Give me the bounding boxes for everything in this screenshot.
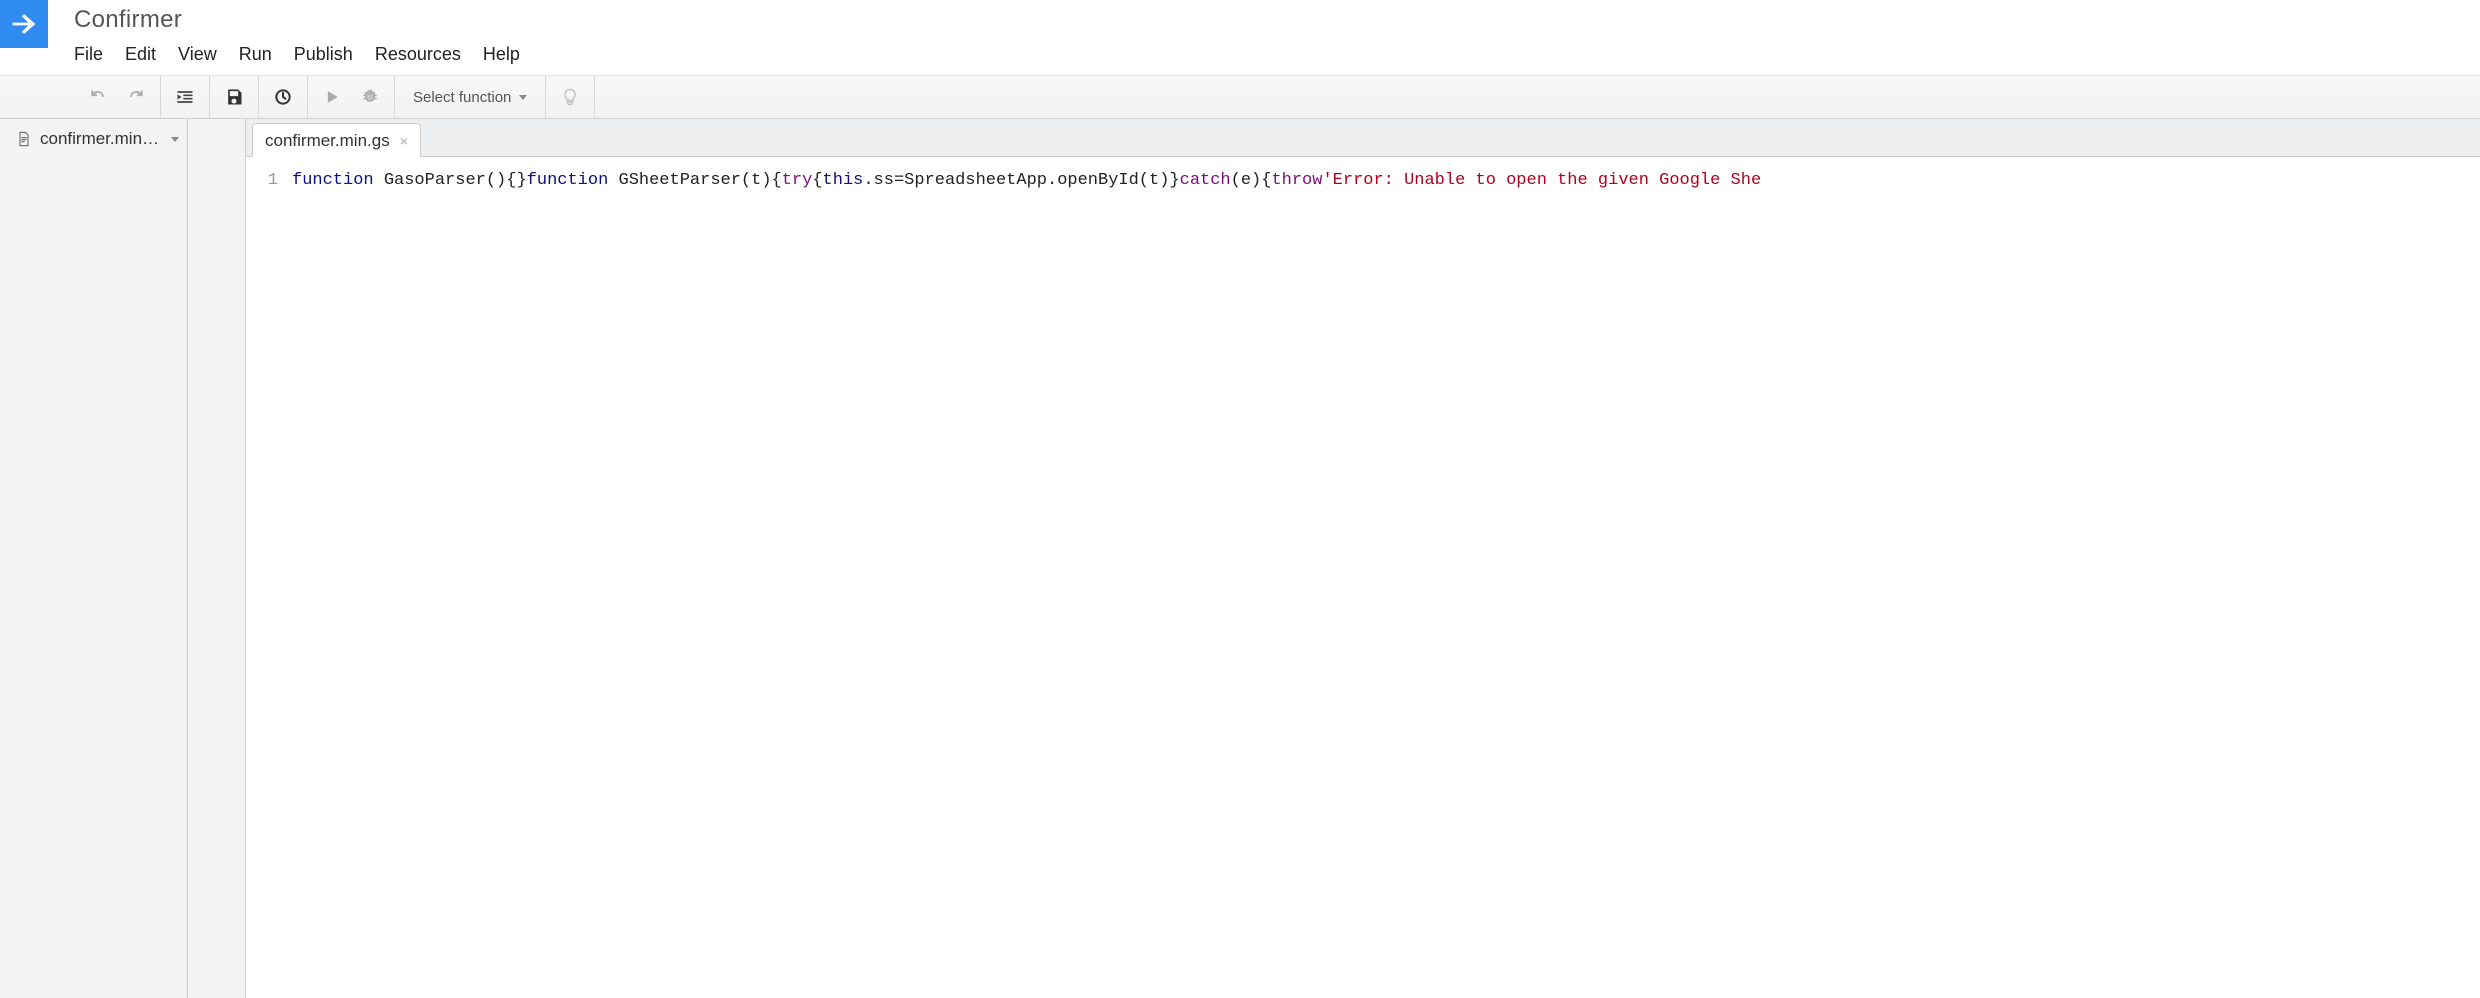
editor-tab[interactable]: confirmer.min.gs × [252,123,421,157]
toolbar: Select function [0,75,2480,119]
file-sidebar: confirmer.min… [0,119,188,998]
select-function-dropdown[interactable]: Select function [403,89,537,106]
code-token: ( [1231,171,1241,190]
toolbar-select-function-group: Select function [395,76,546,118]
code-token [608,171,618,190]
code-token: { [812,171,822,190]
code-token: ){ [761,171,781,190]
code-token [374,171,384,190]
code-token: (){} [486,171,527,190]
code-token: ( [741,171,751,190]
menu-publish[interactable]: Publish [294,44,353,65]
code-token: t [1149,171,1159,190]
code-token: )} [1159,171,1179,190]
code-token: ){ [1251,171,1271,190]
code-token: 'Error: Unable to open the given Google … [1322,171,1761,190]
project-title[interactable]: Confirmer [74,6,182,34]
code-token: GasoParser [384,171,486,190]
code-token: try [782,171,813,190]
code-token: function [292,171,374,190]
indent-icon [175,87,195,107]
code-token: catch [1180,171,1231,190]
menu-view[interactable]: View [178,44,217,65]
toolbar-run-group [308,76,395,118]
gutter-strip [188,119,246,998]
tab-label: confirmer.min.gs [265,131,390,151]
caret-down-icon[interactable] [171,137,179,142]
debug-button[interactable] [354,82,386,112]
select-function-label: Select function [413,89,511,106]
undo-icon [88,87,108,107]
close-icon[interactable]: × [400,133,408,149]
toolbar-history-group [74,76,161,118]
header: Confirmer File Edit View Run Publish Res… [0,0,2480,75]
menu-run[interactable]: Run [239,44,272,65]
save-icon [224,87,244,107]
play-icon [322,87,342,107]
save-button[interactable] [218,82,250,112]
code-token: throw [1271,171,1322,190]
toolbar-save-group [210,76,259,118]
line-number: 1 [246,169,278,193]
redo-icon [126,87,146,107]
line-numbers: 1 [246,157,286,998]
code-line[interactable]: function GasoParser(){}function GSheetPa… [286,157,2480,998]
redo-button[interactable] [120,82,152,112]
app-logo[interactable] [0,0,48,48]
menubar: File Edit View Run Publish Resources Hel… [74,44,520,65]
script-file-icon [16,130,32,148]
file-item[interactable]: confirmer.min… [0,119,187,159]
menu-file[interactable]: File [74,44,103,65]
code-token: this [823,171,864,190]
toolbar-help-group [546,76,595,118]
triggers-button[interactable] [267,82,299,112]
menu-help[interactable]: Help [483,44,520,65]
tab-bar: confirmer.min.gs × [246,119,2480,157]
lightbulb-icon [560,87,580,107]
code-token: function [527,171,609,190]
toolbar-indent-group [161,76,210,118]
bug-icon [360,87,380,107]
run-button[interactable] [316,82,348,112]
code-area[interactable]: 1 function GasoParser(){}function GSheet… [246,157,2480,998]
clock-icon [273,87,293,107]
code-token: t [751,171,761,190]
arrow-right-icon [7,7,41,41]
main: confirmer.min… confirmer.min.gs × 1 func… [0,119,2480,998]
editor: confirmer.min.gs × 1 function GasoParser… [246,119,2480,998]
undo-button[interactable] [82,82,114,112]
menu-edit[interactable]: Edit [125,44,156,65]
code-token: GSheetParser [619,171,741,190]
caret-down-icon [519,95,527,100]
code-token: e [1241,171,1251,190]
menu-resources[interactable]: Resources [375,44,461,65]
indent-button[interactable] [169,82,201,112]
lightbulb-button[interactable] [554,82,586,112]
toolbar-triggers-group [259,76,308,118]
code-token: .ss=SpreadsheetApp.openById( [863,171,1149,190]
file-name-label: confirmer.min… [40,129,163,149]
